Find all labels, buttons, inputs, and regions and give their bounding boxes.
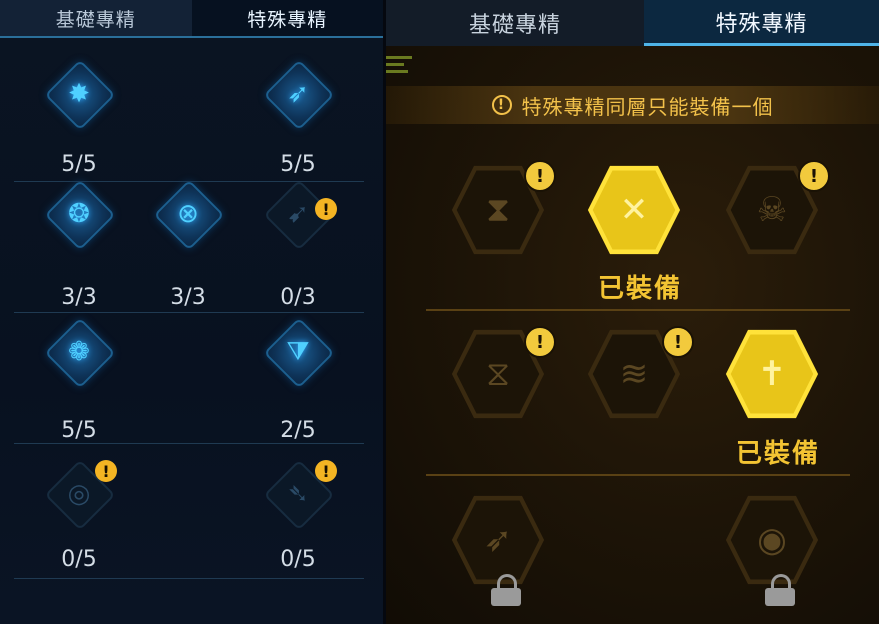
mastery-count: 5/5 [61, 418, 97, 443]
mastery-count: 0/5 [280, 547, 316, 572]
lock-icon [491, 574, 521, 608]
row-divider [14, 578, 364, 579]
warning-badge-icon: ! [315, 460, 337, 482]
warning-badge-icon: ! [798, 160, 830, 192]
warning-badge-icon: ! [524, 326, 556, 358]
equipped-label: 已裝備 [598, 274, 683, 304]
row-divider [14, 312, 364, 313]
tab-underline [0, 36, 383, 38]
mastery-count: 2/5 [280, 418, 316, 443]
tier-divider [426, 474, 850, 476]
mastery-node-rocket-burst[interactable]: ✸ [37, 56, 121, 140]
warning-badge-icon: ! [95, 460, 117, 482]
arrow-dash-icon: ➴ [287, 479, 309, 509]
mastery-count: 0/5 [61, 547, 97, 572]
mastery-count: 0/3 [280, 285, 316, 310]
rocket-burst-icon: ✸ [68, 79, 90, 109]
special-node-cross-shield[interactable]: ✝ [724, 326, 820, 422]
mastery-count: 3/3 [170, 285, 206, 310]
mastery-count: 5/5 [61, 152, 97, 177]
tab-special-mastery[interactable]: 特殊專精 [191, 0, 383, 36]
row-divider [14, 443, 364, 444]
basic-mastery-panel: 基礎專精 特殊專精 ✸ 5/5 ➶ 5/5 ❂ 3/3 ⊗ 3/3 ➹ ! 0/… [0, 0, 383, 624]
mastery-node-target-cross[interactable]: ⊗ [146, 176, 230, 260]
info-icon: ! [491, 95, 512, 115]
triangle-pillar-icon: ⧩ [286, 336, 310, 367]
gear-ring-icon: ◎ [67, 479, 91, 509]
notice-text: 特殊專精同層只能裝備一個 [521, 94, 774, 119]
mastery-count: 3/3 [61, 285, 97, 310]
special-mastery-panel: 基礎專精 特殊專精 ! 特殊專精同層只能裝備一個 ⧗ ! ✕ ☠ ! 已裝備 ⧖… [386, 0, 879, 624]
mastery-tabs: 基礎專精 特殊專精 [0, 0, 383, 36]
mastery-node-spear-plus[interactable]: ➶ [256, 56, 340, 140]
mastery-node-swirl-shield[interactable]: ❁ [37, 314, 121, 398]
tab-basic-mastery[interactable]: 基礎專精 [386, 0, 644, 46]
tier-divider [426, 309, 850, 311]
mastery-node-flaming-bird[interactable]: ❂ [37, 176, 121, 260]
tab-special-mastery[interactable]: 特殊專精 [644, 0, 879, 46]
warning-badge-icon: ! [662, 326, 694, 358]
equipped-label: 已裝備 [736, 439, 821, 469]
mastery-node-triangle-pillar[interactable]: ⧩ [256, 314, 340, 398]
tab-basic-mastery[interactable]: 基礎專精 [0, 0, 192, 36]
spear-plus-icon: ➶ [287, 79, 309, 109]
mastery-tabs: 基礎專精 特殊專精 [386, 0, 879, 46]
target-cross-icon: ⊗ [177, 199, 199, 229]
notice-banner: ! 特殊專精同層只能裝備一個 [386, 86, 879, 124]
special-node-crossed-blades[interactable]: ✕ [586, 162, 682, 258]
warning-badge-icon: ! [315, 198, 337, 220]
spear-circle-icon: ➹ [287, 199, 309, 229]
lock-icon [765, 574, 795, 608]
flaming-bird-icon: ❂ [68, 199, 90, 229]
swirl-shield-icon: ❁ [68, 337, 90, 367]
warning-badge-icon: ! [524, 160, 556, 192]
mastery-count: 5/5 [280, 152, 316, 177]
